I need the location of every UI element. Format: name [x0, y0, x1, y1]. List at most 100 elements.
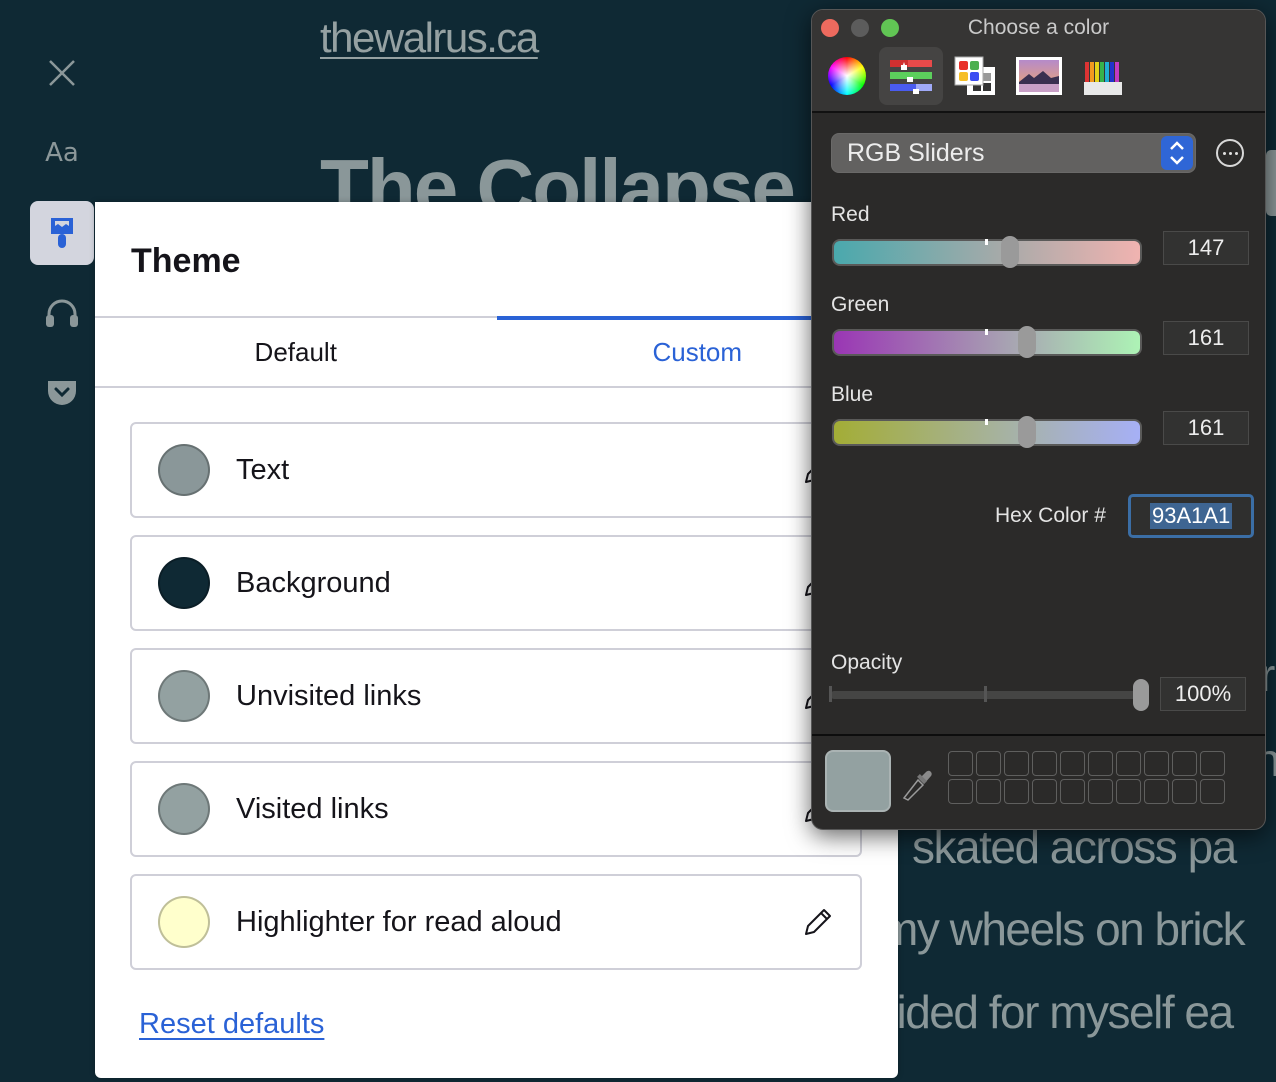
- slider-label-blue: Blue: [831, 383, 874, 406]
- paintbrush-icon: [51, 218, 73, 248]
- current-color-well[interactable]: [825, 750, 891, 812]
- saved-swatch-slot[interactable]: [1032, 751, 1057, 776]
- slider-type-select[interactable]: RGB Sliders: [831, 133, 1196, 173]
- blue-slider-thumb[interactable]: [1018, 416, 1037, 448]
- mode-color-wheel[interactable]: [815, 47, 879, 105]
- green-value-field[interactable]: 161: [1163, 321, 1249, 355]
- mode-color-palettes[interactable]: [943, 47, 1007, 105]
- slider-midpoint-tick: [985, 419, 988, 425]
- headphones-icon: [46, 299, 78, 327]
- picker-swatch-area: [812, 734, 1265, 829]
- article-text-line: cided for myself ea: [875, 986, 1234, 1038]
- mode-pencils[interactable]: [1071, 47, 1135, 105]
- saved-swatch-slot[interactable]: [1060, 779, 1085, 804]
- red-slider-thumb[interactable]: [1001, 236, 1020, 268]
- green-slider-thumb[interactable]: [1018, 326, 1037, 358]
- image-icon: [1016, 57, 1062, 95]
- more-options-button[interactable]: [1216, 139, 1244, 167]
- color-row-visited-links[interactable]: Visited links: [130, 761, 862, 857]
- color-picker-window: Choose a color RGB Sliders Red 147 Green…: [811, 9, 1266, 830]
- color-row-highlighter[interactable]: Highlighter for read aloud: [130, 874, 862, 970]
- blue-slider[interactable]: [832, 416, 1142, 448]
- saved-swatch-slot[interactable]: [1060, 751, 1085, 776]
- hex-label: Hex Color #: [995, 504, 1106, 527]
- mode-image-palettes[interactable]: [1007, 47, 1071, 105]
- green-slider[interactable]: [832, 326, 1142, 358]
- panel-title: Theme: [131, 242, 241, 280]
- saved-swatch-slot[interactable]: [1116, 751, 1141, 776]
- eyedropper-icon[interactable]: [900, 762, 934, 802]
- saved-swatch-slot[interactable]: [948, 751, 973, 776]
- tab-default[interactable]: Default: [95, 318, 497, 386]
- opacity-mid-tick: [984, 686, 987, 702]
- saved-swatches-grid: [948, 751, 1225, 804]
- slider-label-green: Green: [831, 293, 890, 316]
- color-row-text[interactable]: Text: [130, 422, 862, 518]
- mode-color-sliders[interactable]: [879, 47, 943, 105]
- type-controls-button[interactable]: Aa: [30, 121, 94, 185]
- saved-swatch-slot[interactable]: [1088, 779, 1113, 804]
- pocket-icon: [48, 381, 76, 405]
- saved-swatch-slot[interactable]: [1004, 779, 1029, 804]
- page-scrollbar-thumb[interactable]: [1266, 150, 1276, 216]
- hex-color-input[interactable]: 93A1A1: [1128, 494, 1254, 538]
- saved-swatch-slot[interactable]: [1088, 751, 1113, 776]
- saved-swatch-slot[interactable]: [976, 751, 1001, 776]
- saved-swatch-slot[interactable]: [1172, 751, 1197, 776]
- theme-tabs: Default Custom: [95, 316, 898, 388]
- color-swatch[interactable]: [158, 557, 210, 609]
- color-row-background[interactable]: Background: [130, 535, 862, 631]
- red-slider[interactable]: [832, 236, 1142, 268]
- color-row-unvisited-links[interactable]: Unvisited links: [130, 648, 862, 744]
- updown-chevron-icon: [1161, 136, 1193, 170]
- saved-swatch-slot[interactable]: [1172, 779, 1197, 804]
- saved-swatch-slot[interactable]: [1032, 779, 1057, 804]
- opacity-slider[interactable]: [829, 679, 1149, 711]
- saved-swatch-slot[interactable]: [948, 779, 973, 804]
- color-swatch[interactable]: [158, 783, 210, 835]
- hex-value: 93A1A1: [1150, 503, 1233, 529]
- blue-value-field[interactable]: 161: [1163, 411, 1249, 445]
- color-wheel-icon: [828, 57, 866, 95]
- saved-swatch-slot[interactable]: [1200, 779, 1225, 804]
- saved-swatch-slot[interactable]: [1116, 779, 1141, 804]
- slider-label-red: Red: [831, 203, 870, 226]
- close-button[interactable]: [30, 41, 94, 105]
- article-text-line: my wheels on brick: [880, 903, 1246, 955]
- row-label: Background: [236, 566, 391, 599]
- sliders-icon: [890, 60, 932, 94]
- saved-swatch-slot[interactable]: [1200, 751, 1225, 776]
- site-link[interactable]: thewalrus.ca: [320, 14, 539, 62]
- saved-swatch-slot[interactable]: [976, 779, 1001, 804]
- saved-swatch-slot[interactable]: [1144, 779, 1169, 804]
- read-aloud-button[interactable]: [30, 281, 94, 345]
- saved-swatch-slot[interactable]: [1004, 751, 1029, 776]
- row-label: Visited links: [236, 792, 389, 825]
- row-label: Unvisited links: [236, 679, 422, 712]
- save-to-pocket-button[interactable]: [30, 361, 94, 425]
- reset-defaults-link[interactable]: Reset defaults: [139, 1008, 324, 1041]
- close-icon: [49, 60, 75, 86]
- opacity-label: Opacity: [831, 651, 903, 674]
- opacity-value-field[interactable]: 100%: [1160, 677, 1246, 711]
- palette-icon: [954, 56, 995, 95]
- select-value: RGB Sliders: [847, 139, 985, 167]
- picker-toolbar: Choose a color: [812, 10, 1265, 113]
- pencil-icon[interactable]: [800, 906, 834, 940]
- slider-midpoint-tick: [985, 329, 988, 335]
- color-swatch[interactable]: [158, 670, 210, 722]
- slider-midpoint-tick: [985, 239, 988, 245]
- red-value-field[interactable]: 147: [1163, 231, 1249, 265]
- window-title: Choose a color: [967, 16, 1110, 39]
- theme-button[interactable]: [30, 201, 94, 265]
- opacity-min-tick: [829, 686, 832, 702]
- saved-swatch-slot[interactable]: [1144, 751, 1169, 776]
- row-label: Highlighter for read aloud: [236, 905, 562, 938]
- pencils-icon: [1084, 62, 1122, 95]
- color-swatch[interactable]: [158, 444, 210, 496]
- text-size-icon: Aa: [45, 138, 79, 168]
- color-swatch[interactable]: [158, 896, 210, 948]
- theme-panel: Theme Default Custom Text Background Unv…: [95, 202, 898, 1078]
- row-label: Text: [236, 453, 290, 486]
- opacity-slider-thumb[interactable]: [1133, 679, 1149, 711]
